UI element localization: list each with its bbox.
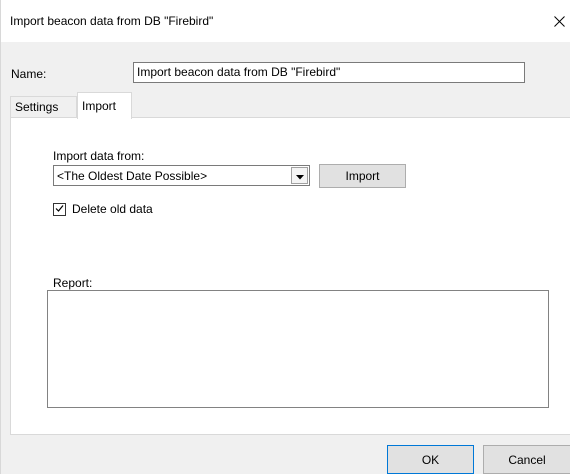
window-title: Import beacon data from DB "Firebird" xyxy=(10,14,214,28)
import-tab-panel: Import data from: <The Oldest Date Possi… xyxy=(10,117,570,435)
name-label: Name: xyxy=(11,67,47,81)
close-icon xyxy=(553,15,565,27)
chevron-down-icon xyxy=(295,169,304,183)
name-input[interactable]: Import beacon data from DB "Firebird" xyxy=(133,62,525,83)
dialog-window: Import beacon data from DB "Firebird" Na… xyxy=(0,0,570,474)
ok-button-label: OK xyxy=(421,452,440,467)
report-textarea[interactable] xyxy=(47,290,549,408)
tab-settings[interactable]: Settings xyxy=(10,96,77,117)
delete-old-data-checkbox[interactable] xyxy=(53,202,66,216)
dropdown-button[interactable] xyxy=(291,167,308,184)
cancel-button-label: Cancel xyxy=(508,452,546,467)
delete-old-data-label: Delete old data xyxy=(72,202,153,216)
delete-old-data-option[interactable]: Delete old data xyxy=(53,202,153,216)
cancel-button[interactable]: Cancel xyxy=(483,445,570,474)
tab-settings-label: Settings xyxy=(15,100,59,114)
report-label: Report: xyxy=(53,276,93,290)
import-from-value: <The Oldest Date Possible> xyxy=(57,169,208,183)
tab-import-label: Import xyxy=(82,99,117,113)
close-button[interactable] xyxy=(547,8,570,34)
ok-button[interactable]: OK xyxy=(387,445,474,474)
tab-import[interactable]: Import xyxy=(77,92,132,119)
check-icon xyxy=(55,202,64,216)
import-button[interactable]: Import xyxy=(319,164,406,188)
import-button-label: Import xyxy=(345,169,380,183)
import-from-dropdown[interactable]: <The Oldest Date Possible> xyxy=(53,165,310,186)
import-from-label: Import data from: xyxy=(53,149,145,163)
title-bar: Import beacon data from DB "Firebird" xyxy=(1,0,570,42)
